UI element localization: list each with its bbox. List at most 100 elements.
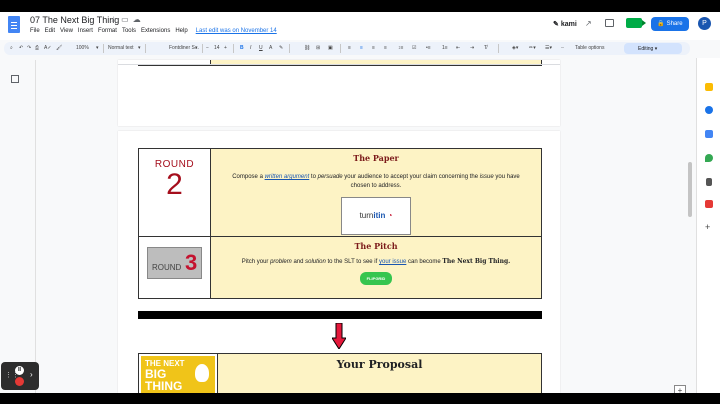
round3-number: 3 xyxy=(185,250,198,275)
down-arrow-icon xyxy=(332,323,346,349)
align-right-icon[interactable]: ≡ xyxy=(372,45,375,51)
your-issue-link[interactable]: your issue xyxy=(379,259,406,265)
contacts-icon[interactable] xyxy=(705,130,713,138)
style-select[interactable]: Normal text xyxy=(108,45,134,51)
vertical-scrollbar[interactable] xyxy=(688,162,692,217)
extension-icon[interactable] xyxy=(706,178,712,186)
italic-button[interactable]: I xyxy=(250,45,251,51)
decrease-indent-icon[interactable]: ⇤ xyxy=(456,45,460,51)
line-spacing-icon[interactable]: ↕≡ xyxy=(398,45,403,51)
move-folder-icon[interactable]: ▭ xyxy=(121,15,133,24)
text-run: persuade xyxy=(317,174,343,180)
menu-insert[interactable]: Insert xyxy=(78,28,93,34)
increase-indent-icon[interactable]: ⇥ xyxy=(470,45,474,51)
flipgrid-badge[interactable]: FLIPGRID xyxy=(360,272,392,285)
text-run: can become xyxy=(406,259,443,265)
kami-extension-button[interactable]: ✎ kami xyxy=(553,20,577,28)
vertical-ruler xyxy=(30,60,36,393)
editing-mode-select[interactable]: Editing ▾ xyxy=(624,43,682,54)
menu-tools[interactable]: Tools xyxy=(122,28,136,34)
addon-icon[interactable] xyxy=(705,200,713,208)
maps-icon[interactable] xyxy=(705,154,713,162)
chevron-right-icon[interactable]: › xyxy=(30,370,33,379)
font-size-increase-icon[interactable]: + xyxy=(224,45,227,51)
proposal-content-cell[interactable]: Your Proposal xyxy=(217,354,541,393)
font-size-field[interactable]: 14 xyxy=(214,45,220,51)
add-comment-icon[interactable]: ⊞ xyxy=(316,45,320,51)
star-icon[interactable]: ☆ xyxy=(110,15,121,24)
style-chevron-icon: ▾ xyxy=(138,45,141,51)
fill-color-icon[interactable]: ◈▾ xyxy=(512,45,518,51)
zoom-select[interactable]: 100% xyxy=(76,45,89,51)
add-addon-icon[interactable]: + xyxy=(705,223,713,232)
spellcheck-icon[interactable]: A✓ xyxy=(44,45,52,51)
zoom-chevron-icon: ▾ xyxy=(96,45,99,51)
document-outline-icon[interactable] xyxy=(11,75,19,83)
cloud-status-icon[interactable]: ☁ xyxy=(133,15,145,24)
next-big-thing-logo[interactable]: THE NEXT BIG THING xyxy=(141,356,215,393)
insert-image-icon[interactable]: ▣ xyxy=(328,45,333,51)
turnitin-logo[interactable]: turnitin ◔ xyxy=(341,197,411,235)
explore-add-icon[interactable]: + xyxy=(674,385,686,393)
stop-recording-icon[interactable] xyxy=(15,377,24,386)
menu-format[interactable]: Format xyxy=(98,28,117,34)
round2-content-cell[interactable]: The Paper Compose a written argument to … xyxy=(210,148,542,237)
menu-extensions[interactable]: Extensions xyxy=(141,28,170,34)
highlight-icon[interactable]: ✎ xyxy=(279,45,283,51)
menu-help[interactable]: Help xyxy=(175,28,187,34)
meet-icon[interactable] xyxy=(626,18,646,28)
redo-icon[interactable]: ↷ xyxy=(27,45,31,51)
activity-dashboard-icon[interactable]: ↗ xyxy=(585,19,592,28)
avatar[interactable]: P xyxy=(698,17,711,30)
text-run: solution xyxy=(305,259,326,265)
print-icon[interactable]: ⎙ xyxy=(35,45,39,51)
text-color-icon[interactable]: A xyxy=(269,45,272,51)
round3-image[interactable]: ROUND 3 xyxy=(147,247,202,279)
docs-logo-icon[interactable] xyxy=(8,16,20,33)
border-dash-icon[interactable]: ┄ xyxy=(561,45,564,51)
table-options-button[interactable]: Table options xyxy=(575,45,604,51)
divider xyxy=(202,44,203,53)
border-color-icon[interactable]: ✏▾ xyxy=(529,45,536,51)
checklist-icon[interactable]: ☑ xyxy=(412,45,416,51)
menu-edit[interactable]: Edit xyxy=(45,28,55,34)
proposal-title: Your Proposal xyxy=(336,358,423,371)
comments-icon[interactable] xyxy=(605,19,614,27)
menu-file[interactable]: File xyxy=(30,28,40,34)
divider xyxy=(289,44,290,53)
logo-text: itin xyxy=(373,211,386,220)
text-run: The Next Big Thing. xyxy=(442,258,511,265)
round2-label-cell[interactable]: ROUND 2 xyxy=(138,148,211,237)
editing-chevron-icon: ▾ xyxy=(654,46,658,52)
pause-recording-icon[interactable]: II xyxy=(15,366,24,375)
page-previous xyxy=(118,60,560,126)
search-menus-icon[interactable]: ⌕ xyxy=(10,45,13,51)
menu-view[interactable]: View xyxy=(60,28,73,34)
divider xyxy=(103,44,104,53)
text-run: to the SLT to see if xyxy=(325,259,379,265)
border-width-icon[interactable]: ☰▾ xyxy=(545,45,552,51)
paint-format-icon[interactable]: 🖌 xyxy=(56,45,62,51)
align-center-icon[interactable]: ≡ xyxy=(360,45,363,51)
bold-button[interactable]: B xyxy=(240,45,244,51)
round3-label-cell[interactable]: ROUND 3 xyxy=(138,236,211,299)
share-button[interactable]: 🔒 Share xyxy=(651,17,689,31)
black-divider-bar xyxy=(138,311,542,319)
justify-icon[interactable]: ≡ xyxy=(384,45,387,51)
link-icon[interactable]: ⛓ xyxy=(304,45,310,51)
last-edit-link[interactable]: Last edit was on November 14 xyxy=(196,28,277,34)
document-title[interactable]: 07 The Next Big Thing xyxy=(30,15,119,25)
bullet-list-icon[interactable]: •≡ xyxy=(426,45,431,51)
keep-icon[interactable] xyxy=(705,83,713,91)
font-size-decrease-icon[interactable]: − xyxy=(206,45,209,51)
proposal-table: THE NEXT BIG THING Your Proposal xyxy=(138,353,542,393)
round3-content-cell[interactable]: The Pitch Pitch your problem and solutio… xyxy=(210,236,542,299)
rounds-table: ROUND 2 The Paper Compose a written argu… xyxy=(138,148,542,299)
align-left-icon[interactable]: ≡ xyxy=(348,45,351,51)
tasks-icon[interactable] xyxy=(705,106,713,114)
written-argument-link[interactable]: written argument xyxy=(265,174,310,180)
underline-button[interactable]: U xyxy=(259,45,263,51)
clear-formatting-icon[interactable]: T̸ xyxy=(484,45,487,51)
numbered-list-icon[interactable]: 1≡ xyxy=(442,45,448,51)
undo-icon[interactable]: ↶ xyxy=(19,45,23,51)
